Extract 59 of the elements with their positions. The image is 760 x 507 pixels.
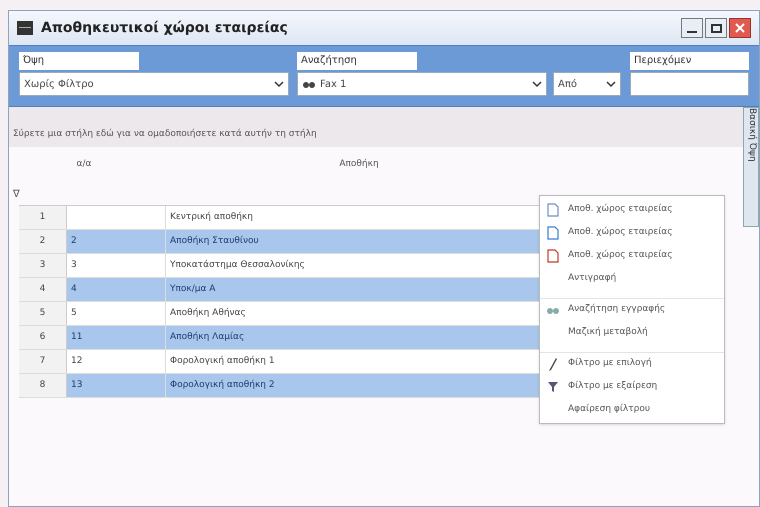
menu-item[interactable]: Αποθ. χώρος εταιρείας bbox=[540, 221, 724, 244]
binoculars-icon bbox=[546, 305, 560, 315]
chevron-down-icon[interactable] bbox=[274, 80, 284, 88]
table-cell-text: 5 bbox=[70, 306, 78, 320]
document-icon bbox=[546, 226, 560, 240]
row-number: 3 bbox=[19, 254, 67, 277]
row-number: 6 bbox=[19, 326, 67, 349]
close-icon bbox=[735, 23, 745, 33]
search-dropdown[interactable]: Fax 1 bbox=[297, 72, 547, 96]
table-row[interactable]: 2 2 Αποθήκη Σταυθίνου bbox=[19, 230, 539, 254]
row-number: 8 bbox=[19, 374, 67, 397]
column-header[interactable]: α/α bbox=[9, 158, 159, 172]
minimize-button[interactable] bbox=[681, 18, 703, 38]
table-cell-text: 4 bbox=[70, 282, 78, 296]
menu-item[interactable]: Αφαίρεση φίλτρου bbox=[540, 398, 724, 421]
side-tab[interactable]: Βασική Όψη bbox=[743, 107, 759, 227]
menu-item[interactable]: Αποθ. χώρος εταιρείας bbox=[540, 244, 724, 267]
menu-item[interactable]: Αποθ. χώρος εταιρείας bbox=[540, 198, 724, 221]
document-icon bbox=[546, 202, 560, 216]
table-cell-text: 13 bbox=[70, 378, 84, 392]
funnel-icon bbox=[547, 380, 559, 392]
content-field[interactable] bbox=[630, 72, 749, 96]
table-row[interactable]: 7 12 Φορολογική αποθήκη 1 bbox=[19, 350, 539, 374]
chevron-down-icon[interactable] bbox=[606, 80, 616, 88]
row-number: 1 bbox=[19, 206, 67, 229]
table-row[interactable]: 4 4 Υποκ/μα Α bbox=[19, 278, 539, 302]
menu-item[interactable]: Μαζική μεταβολή bbox=[540, 321, 724, 344]
table-cell-text: 3 bbox=[70, 258, 78, 272]
table-row[interactable]: 3 3 Υποκατάστημα Θεσσαλονίκης bbox=[19, 254, 539, 278]
menu-item[interactable]: Φίλτρο με εξαίρεση bbox=[540, 375, 724, 398]
close-button[interactable] bbox=[729, 18, 751, 38]
table-cell-text: 12 bbox=[70, 354, 84, 368]
window-icon bbox=[17, 21, 33, 35]
menu-item[interactable]: Αναζήτηση εγγραφής bbox=[540, 298, 724, 321]
chevron-down-icon[interactable] bbox=[532, 80, 542, 88]
menu-item[interactable]: Αντιγραφή bbox=[540, 267, 724, 290]
row-number: 7 bbox=[19, 350, 67, 373]
table-row[interactable]: 6 11 Αποθήκη Λαμίας bbox=[19, 326, 539, 350]
window-title: Αποθηκευτικοί χώροι εταιρείας bbox=[41, 18, 289, 38]
row-number: 2 bbox=[19, 230, 67, 253]
pen-icon bbox=[548, 357, 558, 371]
maximize-button[interactable] bbox=[705, 18, 727, 38]
document-icon bbox=[546, 248, 560, 262]
table-cell-text: 11 bbox=[70, 330, 84, 344]
row-number: 4 bbox=[19, 278, 67, 301]
filter-icon[interactable]: ∇ bbox=[13, 186, 20, 202]
view-dropdown[interactable]: Χωρίς Φίλτρο bbox=[19, 72, 289, 96]
table-cell-text: 2 bbox=[70, 234, 78, 248]
filter-label: Περιεχόμεν bbox=[630, 52, 749, 70]
menu-item[interactable]: Φίλτρο με επιλογή bbox=[540, 352, 724, 375]
table-row[interactable]: 8 13 Φορολογική αποθήκη 2 bbox=[19, 374, 539, 398]
row-number: 5 bbox=[19, 302, 67, 325]
filter-label: Αναζήτηση bbox=[297, 52, 417, 70]
column-header[interactable]: Αποθήκη bbox=[159, 158, 559, 172]
table-row[interactable]: 1 Κεντρική αποθήκη bbox=[19, 206, 539, 230]
filter-label: Όψη bbox=[19, 52, 139, 70]
table-row[interactable]: 5 5 Αποθήκη Αθήνας bbox=[19, 302, 539, 326]
group-hint: Σύρετε μια στήλη εδώ για να ομαδοποιήσετε κατά αυτήν τη στήλη bbox=[13, 128, 317, 140]
operator-dropdown[interactable]: Από bbox=[553, 72, 621, 96]
